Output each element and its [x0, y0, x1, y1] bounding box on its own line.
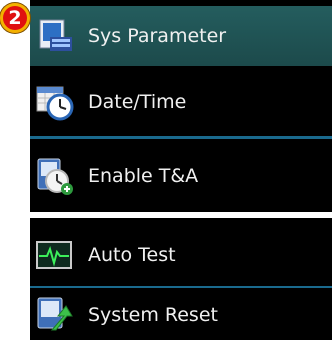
calendar-clock-icon: [36, 83, 74, 121]
menu-item-label: System Reset: [88, 304, 218, 326]
menu-item-label: Date/Time: [88, 91, 187, 113]
step-number-badge: 2: [0, 3, 30, 33]
menu-item-enable-ta[interactable]: Enable T&A: [30, 140, 332, 212]
section-divider: [30, 212, 332, 218]
time-attendance-icon: [36, 157, 74, 195]
waveform-monitor-icon: [36, 236, 74, 274]
header-title: Sys Parameter: [88, 25, 227, 47]
separator: [30, 136, 332, 139]
menu-item-auto-test[interactable]: Auto Test: [30, 222, 332, 288]
menu-item-date-time[interactable]: Date/Time: [30, 68, 332, 136]
sys-parameter-icon: [36, 17, 74, 55]
separator: [30, 286, 332, 288]
menu-item-system-reset[interactable]: System Reset: [30, 290, 332, 340]
menu-item-label: Enable T&A: [88, 165, 199, 187]
menu-item-label: Auto Test: [88, 244, 176, 266]
header-sys-parameter: Sys Parameter: [30, 6, 332, 66]
reset-arrow-icon: [36, 296, 74, 334]
